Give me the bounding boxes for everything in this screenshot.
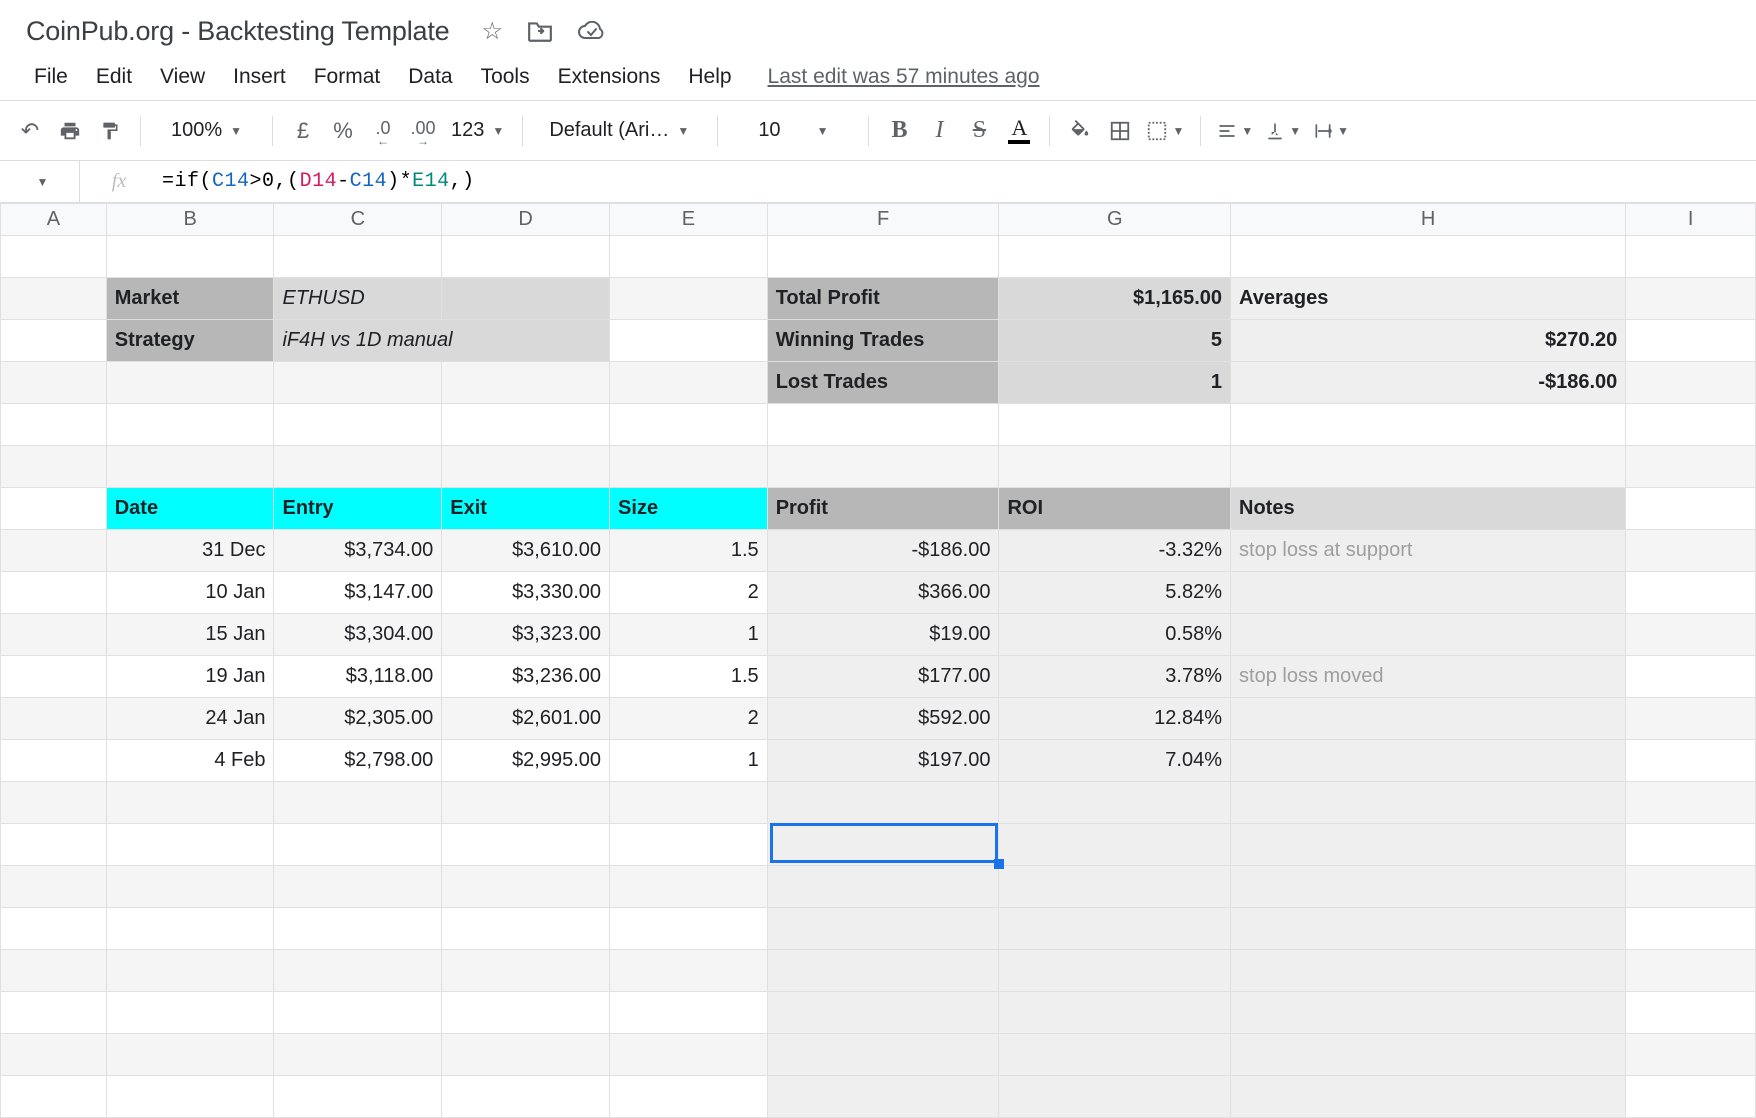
- italic-button[interactable]: I: [921, 113, 957, 149]
- col-header[interactable]: B: [106, 204, 274, 236]
- hdr-notes[interactable]: Notes: [1231, 488, 1626, 530]
- formula-bar: ▼ fx =if(C14>0,(D14-C14)*E14,): [0, 161, 1756, 203]
- chevron-down-icon: ▼: [817, 124, 829, 138]
- undo-icon[interactable]: ↶: [12, 113, 48, 149]
- col-header[interactable]: F: [767, 204, 999, 236]
- chevron-down-icon: ▼: [1289, 124, 1301, 138]
- total-profit-value[interactable]: $1,165.00: [999, 278, 1231, 320]
- lost-avg[interactable]: -$186.00: [1231, 362, 1626, 404]
- lost-trades-label[interactable]: Lost Trades: [767, 362, 999, 404]
- table-row: 31 Dec $3,734.00 $3,610.00 1.5 -$186.00 …: [1, 530, 1756, 572]
- menu-data[interactable]: Data: [394, 59, 466, 95]
- table-row: 24 Jan $2,305.00 $2,601.00 2 $592.00 12.…: [1, 698, 1756, 740]
- menu-edit[interactable]: Edit: [82, 59, 146, 95]
- text-wrap-dropdown[interactable]: ▼: [1309, 113, 1353, 149]
- menu-extensions[interactable]: Extensions: [544, 59, 675, 95]
- chevron-down-icon: ▼: [1241, 124, 1253, 138]
- strikethrough-button[interactable]: S: [961, 113, 997, 149]
- menu-bar: File Edit View Insert Format Data Tools …: [0, 56, 1756, 100]
- table-row: 19 Jan $3,118.00 $3,236.00 1.5 $177.00 3…: [1, 656, 1756, 698]
- menu-view[interactable]: View: [146, 59, 219, 95]
- averages-label[interactable]: Averages: [1231, 278, 1626, 320]
- fx-icon: fx: [80, 170, 158, 193]
- menu-insert[interactable]: Insert: [219, 59, 300, 95]
- col-header[interactable]: G: [999, 204, 1231, 236]
- menu-help[interactable]: Help: [674, 59, 745, 95]
- hdr-entry[interactable]: Entry: [274, 488, 442, 530]
- borders-icon[interactable]: [1102, 113, 1138, 149]
- separator: [272, 116, 273, 146]
- font-family-dropdown[interactable]: Default (Ari… ▼: [535, 119, 705, 142]
- hdr-exit[interactable]: Exit: [442, 488, 610, 530]
- number-format-dropdown[interactable]: 123 ▼: [445, 119, 510, 142]
- col-header[interactable]: I: [1626, 204, 1756, 236]
- separator: [140, 116, 141, 146]
- decrease-decimals-button[interactable]: .0 ←: [365, 113, 401, 149]
- last-edit-link[interactable]: Last edit was 57 minutes ago: [768, 65, 1040, 89]
- chevron-down-icon: ▼: [230, 124, 242, 138]
- format-percent-button[interactable]: %: [325, 113, 361, 149]
- table-row: 4 Feb $2,798.00 $2,995.00 1 $197.00 7.04…: [1, 740, 1756, 782]
- formula-input[interactable]: =if(C14>0,(D14-C14)*E14,): [158, 170, 1756, 193]
- total-profit-label[interactable]: Total Profit: [767, 278, 999, 320]
- chevron-down-icon: ▼: [677, 124, 689, 138]
- chevron-down-icon: ▼: [37, 175, 49, 189]
- hdr-date[interactable]: Date: [106, 488, 274, 530]
- vertical-align-dropdown[interactable]: ▼: [1261, 113, 1305, 149]
- market-label[interactable]: Market: [106, 278, 274, 320]
- col-header[interactable]: E: [610, 204, 768, 236]
- hdr-size[interactable]: Size: [610, 488, 768, 530]
- winning-trades-label[interactable]: Winning Trades: [767, 320, 999, 362]
- paint-format-icon[interactable]: [92, 113, 128, 149]
- zoom-dropdown[interactable]: 100% ▼: [153, 119, 260, 142]
- text-color-button[interactable]: A: [1001, 117, 1037, 144]
- selection-handle[interactable]: [994, 859, 1004, 869]
- move-to-folder-icon[interactable]: [527, 20, 553, 42]
- menu-file[interactable]: File: [20, 59, 82, 95]
- separator: [522, 116, 523, 146]
- separator: [1049, 116, 1050, 146]
- winning-avg[interactable]: $270.20: [1231, 320, 1626, 362]
- increase-decimals-button[interactable]: .00 →: [405, 113, 441, 149]
- menu-tools[interactable]: Tools: [467, 59, 544, 95]
- separator: [717, 116, 718, 146]
- col-header[interactable]: D: [442, 204, 610, 236]
- font-size-dropdown[interactable]: 10 ▼: [730, 119, 856, 142]
- toolbar: ↶ 100% ▼ £ % .0 ← .00 → 123 ▼ Default (A…: [0, 101, 1756, 161]
- separator: [868, 116, 869, 146]
- bold-button[interactable]: B: [881, 113, 917, 149]
- chevron-down-icon: ▼: [1172, 124, 1184, 138]
- star-icon[interactable]: ☆: [481, 17, 503, 46]
- horizontal-align-dropdown[interactable]: ▼: [1213, 113, 1257, 149]
- zoom-value: 100%: [171, 119, 222, 142]
- chevron-down-icon: ▼: [492, 124, 504, 138]
- spreadsheet-grid[interactable]: A B C D E F G H I Market ETHUSD Total Pr…: [0, 203, 1756, 1118]
- lost-trades-value[interactable]: 1: [999, 362, 1231, 404]
- strategy-label[interactable]: Strategy: [106, 320, 274, 362]
- doc-title[interactable]: CoinPub.org - Backtesting Template: [26, 16, 449, 47]
- title-bar: CoinPub.org - Backtesting Template ☆: [0, 0, 1756, 56]
- hdr-profit[interactable]: Profit: [767, 488, 999, 530]
- hdr-roi[interactable]: ROI: [999, 488, 1231, 530]
- table-row: 15 Jan $3,304.00 $3,323.00 1 $19.00 0.58…: [1, 614, 1756, 656]
- col-header[interactable]: H: [1231, 204, 1626, 236]
- cloud-saved-icon[interactable]: [577, 21, 605, 41]
- col-header[interactable]: C: [274, 204, 442, 236]
- separator: [1200, 116, 1201, 146]
- name-box[interactable]: ▼: [0, 161, 80, 202]
- table-row: 10 Jan $3,147.00 $3,330.00 2 $366.00 5.8…: [1, 572, 1756, 614]
- print-icon[interactable]: [52, 113, 88, 149]
- col-header[interactable]: A: [1, 204, 107, 236]
- merge-cells-dropdown[interactable]: ▼: [1142, 113, 1188, 149]
- column-headers[interactable]: A B C D E F G H I: [1, 204, 1756, 236]
- chevron-down-icon: ▼: [1337, 124, 1349, 138]
- winning-trades-value[interactable]: 5: [999, 320, 1231, 362]
- market-value[interactable]: ETHUSD: [274, 278, 442, 320]
- fill-color-icon[interactable]: [1062, 113, 1098, 149]
- strategy-value[interactable]: iF4H vs 1D manual: [274, 320, 610, 362]
- menu-format[interactable]: Format: [300, 59, 395, 95]
- format-currency-button[interactable]: £: [285, 113, 321, 149]
